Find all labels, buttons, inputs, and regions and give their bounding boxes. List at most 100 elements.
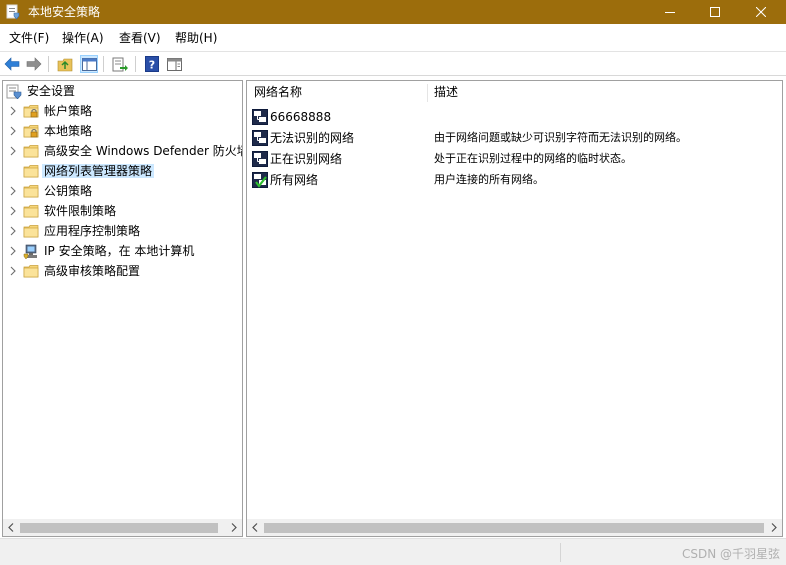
network-icon bbox=[252, 130, 268, 146]
scroll-thumb[interactable] bbox=[20, 523, 218, 533]
network-check-icon bbox=[252, 172, 268, 188]
chevron-right-icon[interactable] bbox=[8, 145, 18, 157]
close-icon bbox=[756, 7, 766, 17]
tree-item[interactable]: 帐户策略 bbox=[3, 101, 242, 121]
toolbar-separator bbox=[103, 56, 104, 72]
chevron-right-icon[interactable] bbox=[8, 125, 18, 137]
chevron-right-icon[interactable] bbox=[8, 245, 18, 257]
tree-item[interactable]: 网络列表管理器策略 bbox=[3, 161, 242, 181]
tree-item-label: 帐户策略 bbox=[44, 104, 93, 118]
maximize-button[interactable] bbox=[692, 0, 738, 24]
scroll-right-button[interactable] bbox=[226, 519, 242, 536]
status-bar: CSDN @千羽星弦 bbox=[0, 538, 786, 565]
tree-item[interactable]: 高级安全 Windows Defender 防火墙 bbox=[3, 141, 243, 161]
scroll-left-button[interactable] bbox=[3, 519, 19, 536]
folder-lock-icon bbox=[23, 124, 39, 139]
network-name: 66668888 bbox=[270, 110, 332, 124]
back-button[interactable] bbox=[3, 55, 21, 73]
folder-icon bbox=[23, 144, 39, 159]
forward-button[interactable] bbox=[25, 55, 43, 73]
network-description: 由于网络问题或缺少可识别字符而无法识别的网络。 bbox=[434, 131, 687, 144]
status-divider bbox=[560, 543, 561, 562]
network-name: 无法识别的网络 bbox=[270, 131, 355, 145]
tree-item[interactable]: 安全设置 bbox=[3, 81, 242, 101]
console-tree-icon bbox=[81, 57, 97, 71]
list-item[interactable]: 正在识别网络 处于正在识别过程中的网络的临时状态。 bbox=[247, 148, 782, 169]
list-item[interactable]: 所有网络 用户连接的所有网络。 bbox=[247, 169, 782, 190]
tree-item-label: 高级安全 Windows Defender 防火墙 bbox=[44, 144, 243, 158]
up-one-level-button[interactable] bbox=[56, 55, 74, 73]
help-button[interactable]: ? bbox=[143, 55, 161, 73]
tree-item-label: 高级审核策略配置 bbox=[44, 264, 141, 278]
action-pane-icon bbox=[166, 57, 182, 71]
network-description: 处于正在识别过程中的网络的临时状态。 bbox=[434, 152, 632, 165]
chevron-right-icon bbox=[231, 523, 237, 532]
network-icon bbox=[252, 109, 268, 125]
network-description: 用户连接的所有网络。 bbox=[434, 173, 544, 186]
local-security-policy-icon bbox=[6, 4, 20, 20]
folder-icon bbox=[23, 224, 39, 239]
tree-item-label: 应用程序控制策略 bbox=[44, 224, 141, 238]
minimize-button[interactable] bbox=[647, 0, 693, 24]
export-list-button[interactable] bbox=[111, 55, 129, 73]
column-header-description[interactable]: 描述 bbox=[427, 81, 782, 103]
tree-item-label: IP 安全策略，在 本地计算机 bbox=[44, 244, 195, 258]
scroll-left-button[interactable] bbox=[247, 519, 263, 536]
scroll-right-button[interactable] bbox=[766, 519, 782, 536]
list-item[interactable]: 无法识别的网络 由于网络问题或缺少可识别字符而无法识别的网络。 bbox=[247, 127, 782, 148]
console-tree-pane: 安全设置帐户策略本地策略高级安全 Windows Defender 防火墙 网络列… bbox=[2, 80, 243, 537]
folder-icon bbox=[23, 204, 39, 219]
tree-item[interactable]: 高级审核策略配置 bbox=[3, 261, 242, 281]
network-name: 正在识别网络 bbox=[270, 152, 343, 166]
chevron-left-icon bbox=[252, 523, 258, 532]
tree-item-label: 网络列表管理器策略 bbox=[42, 164, 155, 178]
tree-item-label: 安全设置 bbox=[27, 84, 76, 98]
chevron-right-icon bbox=[771, 523, 777, 532]
tree-item[interactable]: 软件限制策略 bbox=[3, 201, 242, 221]
chevron-right-icon[interactable] bbox=[8, 265, 18, 277]
back-arrow-icon bbox=[4, 57, 20, 71]
security-settings-icon bbox=[6, 84, 22, 100]
column-header-network-name[interactable]: 网络名称 bbox=[247, 81, 427, 103]
menu-file[interactable]: 文件(F) bbox=[9, 31, 49, 45]
watermark: CSDN @千羽星弦 bbox=[681, 547, 780, 561]
menu-action[interactable]: 操作(A) bbox=[62, 31, 104, 45]
tree-horizontal-scrollbar[interactable] bbox=[3, 519, 242, 536]
maximize-icon bbox=[710, 7, 720, 17]
show-hide-console-tree-button[interactable] bbox=[80, 55, 98, 73]
tree-item-label: 公钥策略 bbox=[44, 184, 93, 198]
chevron-right-icon[interactable] bbox=[8, 225, 18, 237]
tree-item[interactable]: 公钥策略 bbox=[3, 181, 242, 201]
menu-view[interactable]: 查看(V) bbox=[119, 31, 161, 45]
tree-item[interactable]: 应用程序控制策略 bbox=[3, 221, 242, 241]
list-item[interactable]: 66668888 bbox=[247, 106, 782, 127]
chevron-left-icon bbox=[8, 523, 14, 532]
network-icon bbox=[252, 151, 268, 167]
forward-arrow-icon bbox=[26, 57, 42, 71]
chevron-right-icon[interactable] bbox=[8, 105, 18, 117]
tree-item[interactable]: 本地策略 bbox=[3, 121, 242, 141]
folder-icon bbox=[23, 164, 39, 179]
folder-icon bbox=[23, 264, 39, 279]
minimize-icon bbox=[665, 12, 675, 13]
tree-item-label: 软件限制策略 bbox=[44, 204, 117, 218]
svg-text:?: ? bbox=[149, 59, 155, 72]
chevron-right-icon[interactable] bbox=[8, 185, 18, 197]
toolbar: ? bbox=[0, 51, 786, 76]
window-title: 本地安全策略 bbox=[28, 5, 101, 19]
list-horizontal-scrollbar[interactable] bbox=[247, 519, 782, 536]
help-icon: ? bbox=[145, 56, 159, 72]
close-button[interactable] bbox=[738, 0, 784, 24]
chevron-right-icon[interactable] bbox=[8, 205, 18, 217]
ip-security-icon bbox=[23, 244, 39, 260]
scroll-thumb[interactable] bbox=[264, 523, 764, 533]
export-list-icon bbox=[112, 57, 128, 71]
tree-item[interactable]: IP 安全策略，在 本地计算机 bbox=[3, 241, 242, 261]
menu-help[interactable]: 帮助(H) bbox=[175, 31, 217, 45]
show-hide-action-pane-button[interactable] bbox=[165, 55, 183, 73]
tree-item-label: 本地策略 bbox=[44, 124, 93, 138]
details-pane: 网络名称 描述 66668888 无法识别的网络 由于网络问题或缺少可识别字符而无法… bbox=[246, 80, 783, 537]
folder-icon bbox=[23, 184, 39, 199]
toolbar-separator bbox=[135, 56, 136, 72]
menu-bar: 文件(F) 操作(A) 查看(V) 帮助(H) bbox=[0, 26, 786, 50]
